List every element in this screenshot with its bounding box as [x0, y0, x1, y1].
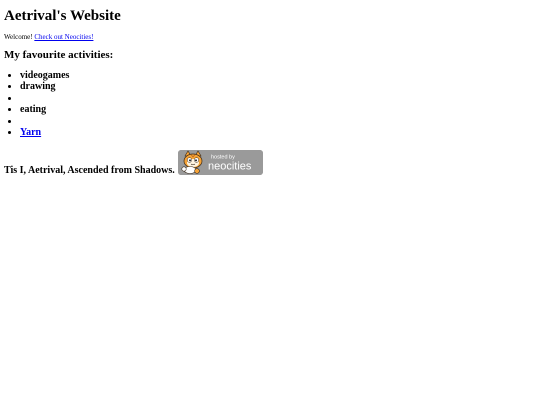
activities-heading: My favourite activities: [4, 49, 114, 61]
neocities-link[interactable]: Check out Neocities! [34, 33, 93, 41]
yarn-link[interactable]: Yarn [20, 127, 41, 138]
activity-label: eating [20, 104, 47, 116]
page-title: Aetrival's Website [4, 8, 121, 24]
signature-text: Tis I, Aetrival, Ascended from Shadows. [4, 165, 175, 176]
welcome-line: Welcome! Check out Neocities! [4, 33, 93, 41]
list-item: videogames [20, 70, 69, 81]
activity-label: drawing [20, 81, 56, 93]
list-item: eating [20, 104, 69, 115]
list-item [20, 93, 69, 104]
neocities-badge-image: hosted by neocities [178, 150, 263, 175]
list-item: drawing [20, 81, 69, 92]
list-item: Yarn [20, 127, 69, 138]
list-item [20, 116, 69, 127]
activity-label: videogames [20, 70, 70, 81]
badge-brand-text: neocities [208, 161, 252, 173]
welcome-text: Welcome! [4, 33, 35, 41]
activity-list: videogames drawing eating Yarn [4, 70, 69, 138]
neocities-badge[interactable]: hosted by neocities [178, 150, 263, 175]
